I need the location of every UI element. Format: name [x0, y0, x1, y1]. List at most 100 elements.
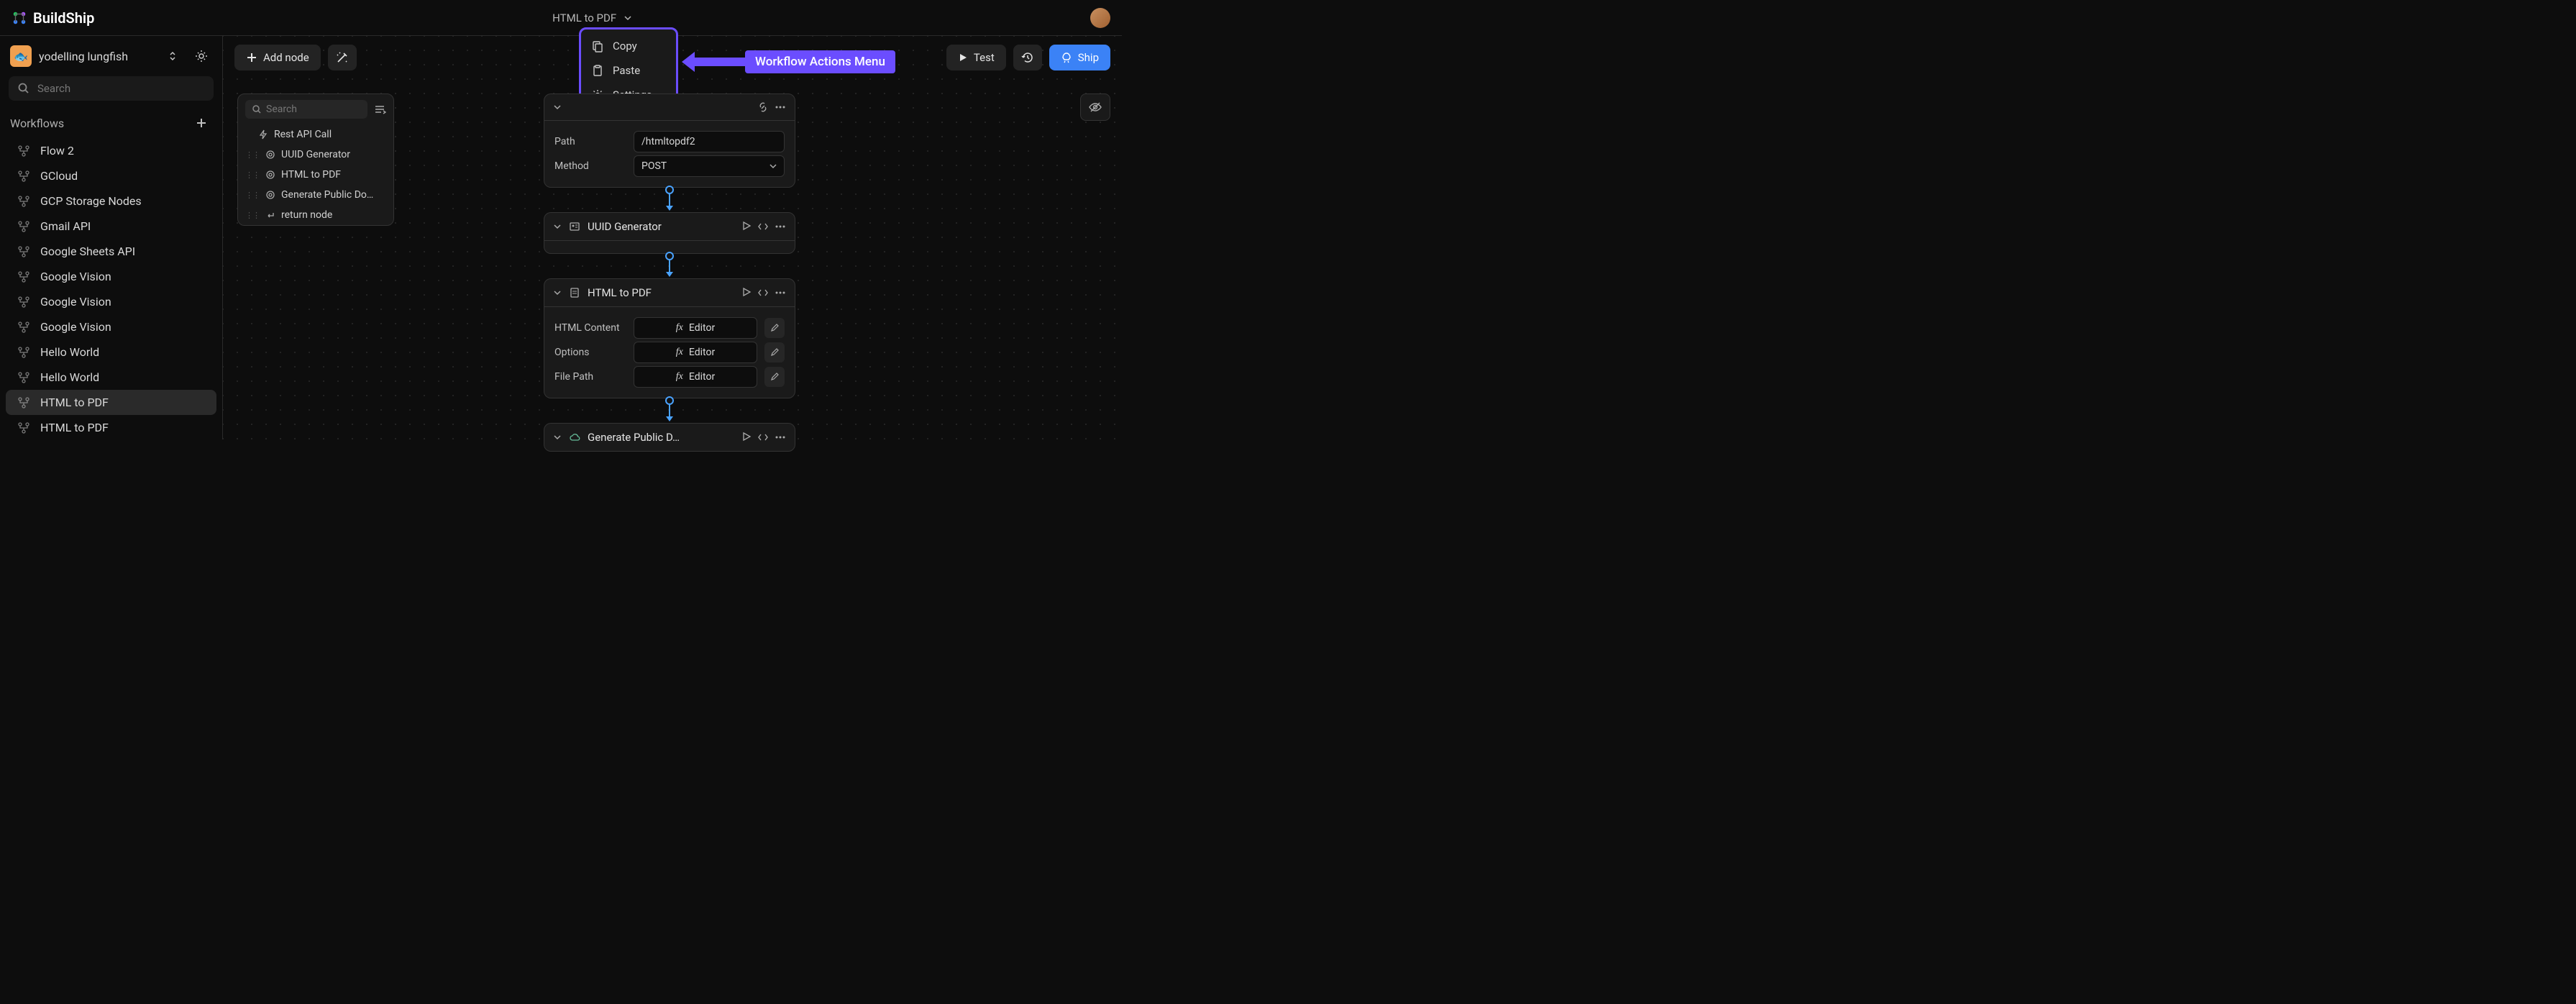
sidebar-workflow-item[interactable]: HTML to PDF: [6, 390, 216, 415]
field-path-input[interactable]: /htmltopdf2: [634, 131, 785, 152]
magic-button[interactable]: [328, 45, 357, 70]
code-icon[interactable]: [757, 432, 769, 443]
test-button[interactable]: Test: [946, 45, 1006, 70]
drag-handle[interactable]: ⋮⋮: [245, 191, 260, 200]
brand-text: BuildShip: [33, 9, 94, 27]
sidebar: 🐟 yodelling lungfish Workflows Flow 2GCl…: [0, 36, 223, 439]
more-icon[interactable]: [775, 221, 786, 232]
rocket-icon: [1061, 52, 1072, 63]
ship-label: Ship: [1078, 51, 1099, 64]
outline-item[interactable]: ⋮⋮return node: [238, 205, 393, 225]
node-genpublic[interactable]: Generate Public D…: [544, 423, 795, 452]
field-filepath-editor[interactable]: fxEditor: [634, 366, 757, 388]
outline-item[interactable]: Rest API Call: [238, 124, 393, 145]
sidebar-search[interactable]: [9, 76, 214, 101]
plus-icon: [195, 117, 208, 129]
bolt-icon: [258, 129, 268, 140]
chevron-down-icon[interactable]: [553, 222, 562, 231]
code-icon[interactable]: [757, 287, 769, 298]
node-trigger[interactable]: Path /htmltopdf2 Method POST: [544, 93, 795, 188]
chevron-down-icon[interactable]: [553, 103, 562, 111]
workflow-item-label: HTML to PDF: [40, 421, 109, 434]
id-card-icon: [569, 221, 580, 232]
play-icon[interactable]: [741, 287, 752, 297]
collapse-icon[interactable]: [373, 103, 386, 116]
workflow-icon: [17, 396, 30, 409]
workflow-icon: [17, 195, 30, 208]
drag-handle[interactable]: ⋮⋮: [245, 170, 260, 180]
outline-item[interactable]: ⋮⋮UUID Generator: [238, 145, 393, 165]
test-label: Test: [974, 51, 995, 64]
sidebar-workflow-item[interactable]: Google Vision: [6, 289, 216, 314]
workflow-icon: [17, 371, 30, 384]
pdf-icon: [569, 287, 580, 298]
node-panel-search-input[interactable]: [266, 104, 361, 115]
more-icon[interactable]: [775, 287, 786, 298]
ship-button[interactable]: Ship: [1049, 45, 1110, 70]
sidebar-workflow-item[interactable]: Hello World: [6, 339, 216, 365]
field-html-edit-button[interactable]: [764, 318, 785, 338]
drag-handle[interactable]: ⋮⋮: [245, 150, 260, 160]
history-button[interactable]: [1013, 45, 1042, 70]
more-icon[interactable]: [775, 432, 786, 443]
workflows-section-label: Workflows: [10, 117, 64, 130]
gear-icon: [194, 49, 209, 63]
more-icon[interactable]: [775, 101, 786, 113]
sidebar-workflow-item[interactable]: Google Vision: [6, 264, 216, 289]
workflow-item-label: HTML to PDF: [40, 396, 109, 409]
add-workflow-button[interactable]: [191, 112, 212, 134]
return-icon: [265, 210, 275, 220]
workflow-item-label: Hello World: [40, 345, 99, 359]
plus-icon: [246, 52, 257, 63]
logo-icon: [12, 10, 27, 26]
chevron-down-icon[interactable]: [553, 433, 562, 442]
play-icon[interactable]: [741, 221, 752, 231]
pencil-icon: [770, 373, 779, 381]
sidebar-workflow-item[interactable]: GCloud: [6, 163, 216, 188]
workflow-icon: [17, 296, 30, 309]
link-icon[interactable]: [757, 101, 769, 113]
outline-item[interactable]: ⋮⋮Generate Public Do…: [238, 185, 393, 205]
code-icon[interactable]: [757, 221, 769, 232]
sidebar-workflow-item[interactable]: GCP Storage Nodes: [6, 188, 216, 214]
field-options-edit-button[interactable]: [764, 342, 785, 362]
node-icon: [265, 150, 275, 160]
brand-logo[interactable]: BuildShip: [12, 9, 94, 27]
menu-paste[interactable]: Paste: [581, 58, 676, 83]
sidebar-workflow-item[interactable]: Flow 2: [6, 138, 216, 163]
workflow-item-label: Gmail API: [40, 219, 91, 233]
play-icon[interactable]: [741, 432, 752, 442]
sidebar-workflow-item[interactable]: Google Sheets API: [6, 239, 216, 264]
workflow-title-dropdown[interactable]: HTML to PDF: [94, 12, 1090, 24]
node-htmlpdf[interactable]: HTML to PDF HTML Content fxEditor Optio: [544, 278, 795, 398]
add-node-button[interactable]: Add node: [234, 45, 321, 70]
workflow-icon: [17, 245, 30, 258]
unfold-icon: [167, 50, 178, 62]
workflow-icon: [17, 220, 30, 233]
sidebar-search-input[interactable]: [37, 82, 205, 95]
sidebar-workflow-item[interactable]: Gmail API: [6, 214, 216, 239]
node-uuid[interactable]: UUID Generator: [544, 212, 795, 254]
visibility-toggle[interactable]: [1080, 93, 1110, 121]
canvas[interactable]: Add node Test Ship: [223, 36, 1122, 439]
sidebar-workflow-item[interactable]: Hello World: [6, 365, 216, 390]
project-switcher[interactable]: [162, 45, 183, 67]
sidebar-workflow-item[interactable]: HTML to PDF: [6, 415, 216, 439]
callout-annotation: Workflow Actions Menu: [682, 50, 895, 73]
workflow-item-label: Google Sheets API: [40, 245, 135, 258]
project-settings-button[interactable]: [191, 45, 212, 67]
cloud-icon: [569, 432, 580, 443]
drag-handle[interactable]: ⋮⋮: [245, 211, 260, 220]
field-options-editor[interactable]: fxEditor: [634, 342, 757, 363]
field-html-editor[interactable]: fxEditor: [634, 317, 757, 339]
chevron-down-icon[interactable]: [553, 288, 562, 297]
field-html-label: HTML Content: [554, 322, 626, 334]
field-filepath-edit-button[interactable]: [764, 367, 785, 387]
outline-item[interactable]: ⋮⋮HTML to PDF: [238, 165, 393, 185]
menu-copy[interactable]: Copy: [581, 34, 676, 58]
sidebar-workflow-item[interactable]: Google Vision: [6, 314, 216, 339]
user-avatar[interactable]: [1090, 8, 1110, 28]
workflow-item-label: Flow 2: [40, 144, 74, 158]
field-method-select[interactable]: POST: [634, 155, 785, 177]
copy-icon: [591, 40, 604, 53]
